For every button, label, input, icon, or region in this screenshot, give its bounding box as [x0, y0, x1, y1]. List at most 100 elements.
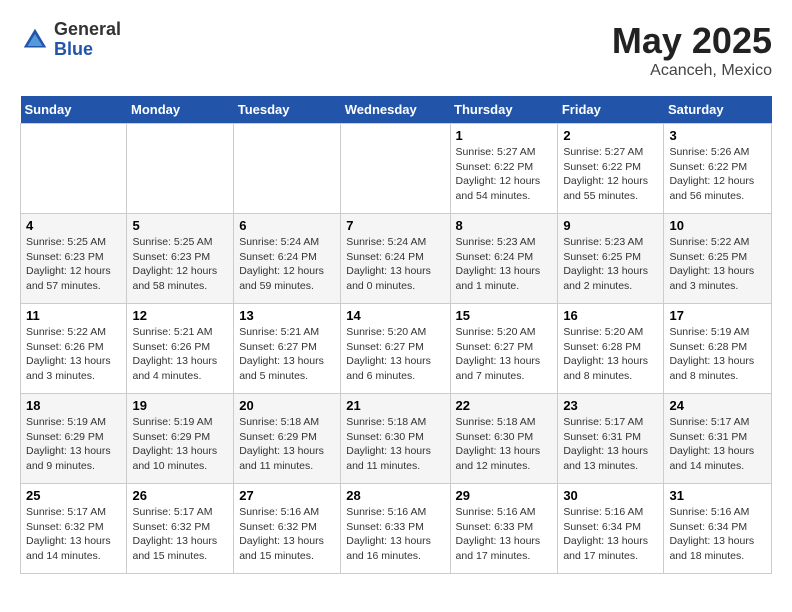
- day-number: 9: [563, 218, 658, 233]
- day-detail: Sunrise: 5:27 AM Sunset: 6:22 PM Dayligh…: [563, 145, 658, 204]
- day-detail: Sunrise: 5:16 AM Sunset: 6:32 PM Dayligh…: [239, 505, 335, 564]
- calendar-cell: 25 Sunrise: 5:17 AM Sunset: 6:32 PM Dayli…: [21, 484, 127, 574]
- week-row-3: 11 Sunrise: 5:22 AM Sunset: 6:26 PM Dayli…: [21, 304, 772, 394]
- logo-icon: [20, 25, 50, 55]
- day-number: 18: [26, 398, 121, 413]
- day-number: 24: [669, 398, 766, 413]
- calendar-cell: [341, 124, 450, 214]
- calendar-cell: 23Sunrise: 5:17 AM Sunset: 6:31 PM Dayli…: [558, 394, 664, 484]
- day-header-sunday: Sunday: [21, 96, 127, 124]
- day-number: 31: [669, 488, 766, 503]
- calendar-cell: 19 Sunrise: 5:19 AM Sunset: 6:29 PM Dayli…: [127, 394, 234, 484]
- calendar-cell: 13 Sunrise: 5:21 AM Sunset: 6:27 PM Dayli…: [234, 304, 341, 394]
- day-detail: Sunrise: 5:18 AM Sunset: 6:29 PM Dayligh…: [239, 415, 335, 474]
- day-number: 22: [456, 398, 553, 413]
- day-header-friday: Friday: [558, 96, 664, 124]
- logo: General Blue: [20, 20, 121, 60]
- calendar-cell: 3 Sunrise: 5:26 AM Sunset: 6:22 PM Daylig…: [664, 124, 772, 214]
- day-number: 30: [563, 488, 658, 503]
- calendar-cell: 2Sunrise: 5:27 AM Sunset: 6:22 PM Daylig…: [558, 124, 664, 214]
- day-number: 3: [669, 128, 766, 143]
- calendar-cell: 8Sunrise: 5:23 AM Sunset: 6:24 PM Daylig…: [450, 214, 558, 304]
- day-detail: Sunrise: 5:22 AM Sunset: 6:26 PM Dayligh…: [26, 325, 121, 384]
- calendar-cell: [21, 124, 127, 214]
- title-block: May 2025 Acanceh, Mexico: [612, 20, 772, 80]
- day-number: 4: [26, 218, 121, 233]
- calendar-cell: 21Sunrise: 5:18 AM Sunset: 6:30 PM Dayli…: [341, 394, 450, 484]
- day-number: 7: [346, 218, 444, 233]
- calendar-cell: 6 Sunrise: 5:24 AM Sunset: 6:24 PM Daylig…: [234, 214, 341, 304]
- calendar-cell: 30 Sunrise: 5:16 AM Sunset: 6:34 PM Dayli…: [558, 484, 664, 574]
- calendar-subtitle: Acanceh, Mexico: [612, 62, 772, 80]
- day-number: 11: [26, 308, 121, 323]
- day-detail: Sunrise: 5:25 AM Sunset: 6:23 PM Dayligh…: [132, 235, 228, 294]
- day-number: 14: [346, 308, 444, 323]
- day-detail: Sunrise: 5:21 AM Sunset: 6:26 PM Dayligh…: [132, 325, 228, 384]
- day-detail: Sunrise: 5:23 AM Sunset: 6:25 PM Dayligh…: [563, 235, 658, 294]
- day-detail: Sunrise: 5:19 AM Sunset: 6:28 PM Dayligh…: [669, 325, 766, 384]
- day-header-wednesday: Wednesday: [341, 96, 450, 124]
- day-detail: Sunrise: 5:23 AM Sunset: 6:24 PM Dayligh…: [456, 235, 553, 294]
- day-number: 13: [239, 308, 335, 323]
- day-number: 19: [132, 398, 228, 413]
- day-number: 12: [132, 308, 228, 323]
- day-number: 25: [26, 488, 121, 503]
- day-detail: Sunrise: 5:17 AM Sunset: 6:32 PM Dayligh…: [26, 505, 121, 564]
- calendar-cell: 16Sunrise: 5:20 AM Sunset: 6:28 PM Dayli…: [558, 304, 664, 394]
- day-detail: Sunrise: 5:20 AM Sunset: 6:28 PM Dayligh…: [563, 325, 658, 384]
- day-detail: Sunrise: 5:21 AM Sunset: 6:27 PM Dayligh…: [239, 325, 335, 384]
- logo-text: General Blue: [54, 20, 121, 60]
- calendar-cell: 15 Sunrise: 5:20 AM Sunset: 6:27 PM Dayli…: [450, 304, 558, 394]
- calendar-cell: 4Sunrise: 5:25 AM Sunset: 6:23 PM Daylig…: [21, 214, 127, 304]
- day-header-monday: Monday: [127, 96, 234, 124]
- day-detail: Sunrise: 5:26 AM Sunset: 6:22 PM Dayligh…: [669, 145, 766, 204]
- day-header-saturday: Saturday: [664, 96, 772, 124]
- calendar-cell: 29Sunrise: 5:16 AM Sunset: 6:33 PM Dayli…: [450, 484, 558, 574]
- day-detail: Sunrise: 5:17 AM Sunset: 6:32 PM Dayligh…: [132, 505, 228, 564]
- day-number: 27: [239, 488, 335, 503]
- calendar-cell: 27 Sunrise: 5:16 AM Sunset: 6:32 PM Dayli…: [234, 484, 341, 574]
- logo-blue: Blue: [54, 40, 121, 60]
- day-number: 17: [669, 308, 766, 323]
- day-number: 1: [456, 128, 553, 143]
- day-detail: Sunrise: 5:27 AM Sunset: 6:22 PM Dayligh…: [456, 145, 553, 204]
- day-number: 6: [239, 218, 335, 233]
- week-row-5: 25 Sunrise: 5:17 AM Sunset: 6:32 PM Dayli…: [21, 484, 772, 574]
- calendar-title: May 2025: [612, 20, 772, 62]
- day-number: 29: [456, 488, 553, 503]
- day-detail: Sunrise: 5:17 AM Sunset: 6:31 PM Dayligh…: [563, 415, 658, 474]
- day-number: 28: [346, 488, 444, 503]
- day-detail: Sunrise: 5:20 AM Sunset: 6:27 PM Dayligh…: [456, 325, 553, 384]
- day-number: 26: [132, 488, 228, 503]
- day-number: 10: [669, 218, 766, 233]
- header-row: SundayMondayTuesdayWednesdayThursdayFrid…: [21, 96, 772, 124]
- page-header: General Blue May 2025 Acanceh, Mexico: [20, 20, 772, 80]
- day-header-tuesday: Tuesday: [234, 96, 341, 124]
- day-detail: Sunrise: 5:19 AM Sunset: 6:29 PM Dayligh…: [132, 415, 228, 474]
- calendar-cell: [234, 124, 341, 214]
- calendar-cell: [127, 124, 234, 214]
- day-detail: Sunrise: 5:19 AM Sunset: 6:29 PM Dayligh…: [26, 415, 121, 474]
- day-detail: Sunrise: 5:24 AM Sunset: 6:24 PM Dayligh…: [239, 235, 335, 294]
- day-detail: Sunrise: 5:16 AM Sunset: 6:34 PM Dayligh…: [563, 505, 658, 564]
- day-detail: Sunrise: 5:24 AM Sunset: 6:24 PM Dayligh…: [346, 235, 444, 294]
- day-detail: Sunrise: 5:18 AM Sunset: 6:30 PM Dayligh…: [346, 415, 444, 474]
- calendar-cell: 11 Sunrise: 5:22 AM Sunset: 6:26 PM Dayli…: [21, 304, 127, 394]
- logo-general: General: [54, 20, 121, 40]
- day-number: 15: [456, 308, 553, 323]
- calendar-cell: 26 Sunrise: 5:17 AM Sunset: 6:32 PM Dayli…: [127, 484, 234, 574]
- calendar-cell: 10 Sunrise: 5:22 AM Sunset: 6:25 PM Dayli…: [664, 214, 772, 304]
- calendar-table: SundayMondayTuesdayWednesdayThursdayFrid…: [20, 96, 772, 574]
- calendar-cell: 14Sunrise: 5:20 AM Sunset: 6:27 PM Dayli…: [341, 304, 450, 394]
- calendar-cell: 24Sunrise: 5:17 AM Sunset: 6:31 PM Dayli…: [664, 394, 772, 484]
- calendar-cell: 12 Sunrise: 5:21 AM Sunset: 6:26 PM Dayli…: [127, 304, 234, 394]
- day-detail: Sunrise: 5:18 AM Sunset: 6:30 PM Dayligh…: [456, 415, 553, 474]
- day-detail: Sunrise: 5:16 AM Sunset: 6:34 PM Dayligh…: [669, 505, 766, 564]
- week-row-4: 18 Sunrise: 5:19 AM Sunset: 6:29 PM Dayli…: [21, 394, 772, 484]
- calendar-cell: 31 Sunrise: 5:16 AM Sunset: 6:34 PM Dayli…: [664, 484, 772, 574]
- day-header-thursday: Thursday: [450, 96, 558, 124]
- calendar-cell: 9 Sunrise: 5:23 AM Sunset: 6:25 PM Daylig…: [558, 214, 664, 304]
- day-detail: Sunrise: 5:22 AM Sunset: 6:25 PM Dayligh…: [669, 235, 766, 294]
- calendar-cell: 22 Sunrise: 5:18 AM Sunset: 6:30 PM Dayli…: [450, 394, 558, 484]
- calendar-cell: 5Sunrise: 5:25 AM Sunset: 6:23 PM Daylig…: [127, 214, 234, 304]
